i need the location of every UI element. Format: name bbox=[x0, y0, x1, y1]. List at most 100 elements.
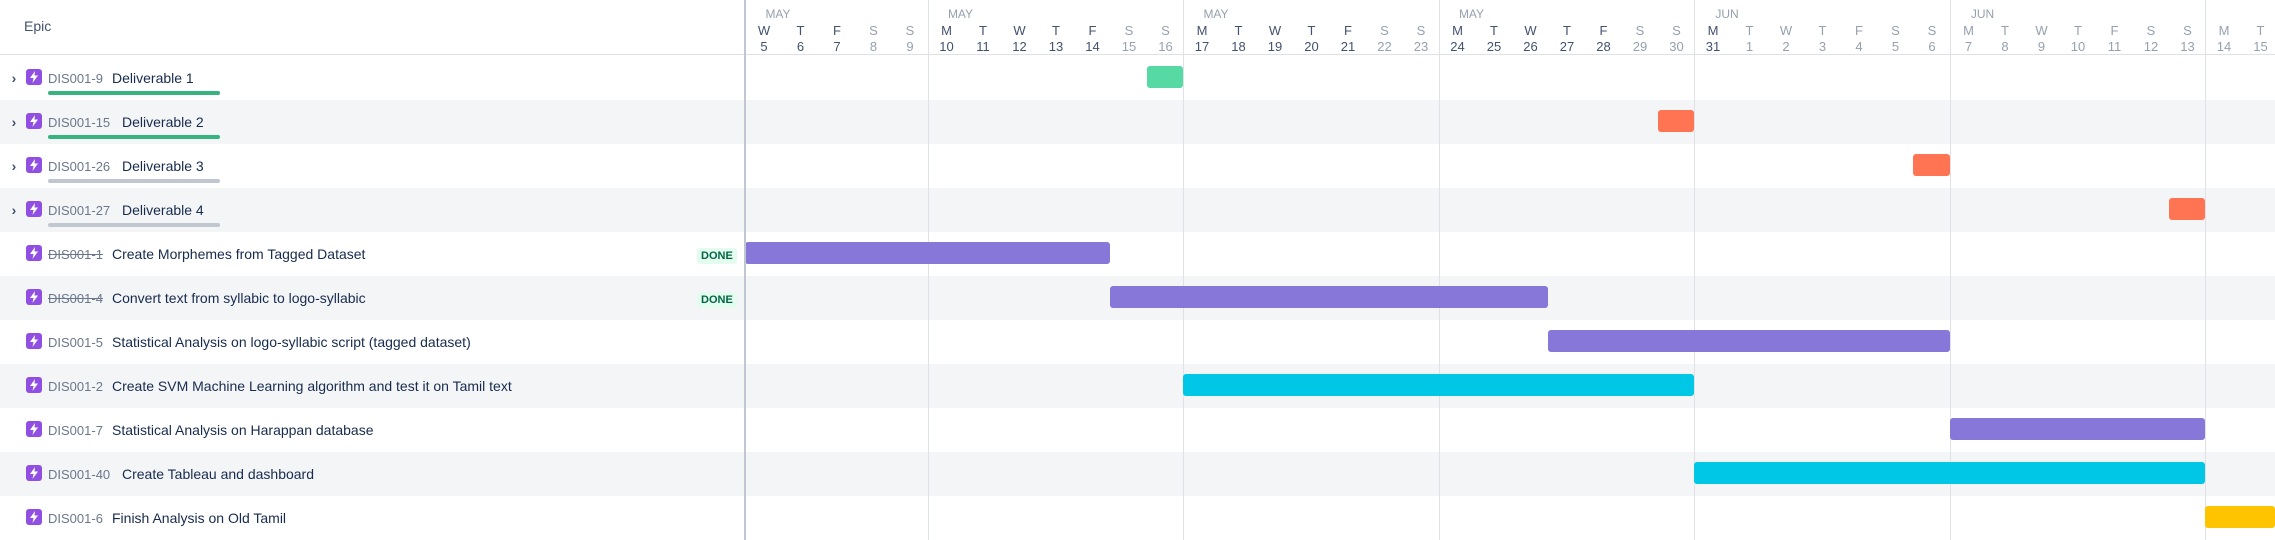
chevron-right-icon[interactable]: › bbox=[8, 201, 20, 219]
timeline-day-number: 7 bbox=[1964, 39, 1973, 54]
timeline-day-number: 25 bbox=[1486, 39, 1502, 54]
issue-summary[interactable]: Statistical Analysis on logo-syllabic sc… bbox=[112, 334, 471, 350]
issue-summary[interactable]: Convert text from syllabic to logo-sylla… bbox=[112, 290, 366, 306]
epic-row[interactable]: DIS001-40 Create Tableau and dashboard bbox=[0, 452, 744, 496]
epic-row[interactable]: DIS001-2 Create SVM Machine Learning algo… bbox=[0, 364, 744, 408]
timeline-day-number: 14 bbox=[2216, 39, 2232, 54]
timeline-day-number: 18 bbox=[1231, 39, 1246, 54]
timeline-bar[interactable] bbox=[2205, 506, 2275, 528]
week-gridline bbox=[1183, 0, 1184, 540]
epic-row[interactable]: DIS001-6 Finish Analysis on Old Tamil bbox=[0, 496, 744, 540]
epic-lightning-icon bbox=[26, 465, 42, 481]
epic-row[interactable]: DIS001-4 Convert text from syllabic to lo… bbox=[0, 276, 744, 320]
timeline-day-number: 28 bbox=[1596, 39, 1611, 54]
week-gridline bbox=[2205, 0, 2206, 540]
timeline-month-label: MAY bbox=[947, 7, 974, 21]
timeline-bar[interactable] bbox=[1949, 418, 2205, 440]
timeline-day-number: 13 bbox=[1048, 39, 1064, 54]
timeline-day-letter: S bbox=[2183, 23, 2192, 38]
panel-resize-handle[interactable] bbox=[744, 0, 746, 540]
timeline-day-letter: T bbox=[1563, 23, 1571, 38]
timeline-day-number: 29 bbox=[1632, 39, 1648, 54]
issue-summary[interactable]: Create SVM Machine Learning algorithm an… bbox=[112, 378, 512, 394]
timeline-day-number: 6 bbox=[796, 39, 805, 54]
timeline-day-number: 9 bbox=[2037, 39, 2046, 54]
timeline-day-letter: S bbox=[1124, 23, 1134, 38]
timeline-month-label: MAY bbox=[1203, 7, 1229, 21]
issue-summary[interactable]: Deliverable 3 bbox=[122, 158, 204, 174]
timeline-day-letter: S bbox=[869, 23, 878, 38]
issue-key[interactable]: DIS001-6 bbox=[48, 511, 103, 526]
timeline-day-letter: M bbox=[1707, 23, 1719, 38]
timeline-day-letter: S bbox=[1672, 23, 1681, 38]
timeline-day-letter: S bbox=[1161, 23, 1170, 38]
timeline-day-number: 21 bbox=[1340, 39, 1356, 54]
timeline-day-number: 7 bbox=[833, 39, 841, 54]
timeline-day-letter: T bbox=[2256, 23, 2265, 38]
issue-summary[interactable]: Finish Analysis on Old Tamil bbox=[112, 510, 286, 526]
epic-lightning-icon bbox=[26, 113, 42, 129]
issue-key[interactable]: DIS001-4 bbox=[48, 291, 103, 306]
issue-key[interactable]: DIS001-2 bbox=[48, 379, 103, 394]
issue-summary[interactable]: Deliverable 4 bbox=[122, 202, 204, 218]
timeline-day-number: 8 bbox=[869, 39, 878, 54]
epic-lightning-icon bbox=[26, 377, 42, 393]
issue-key[interactable]: DIS001-15 bbox=[48, 115, 110, 130]
timeline-day-letter: M bbox=[2218, 23, 2230, 38]
issue-key[interactable]: DIS001-1 bbox=[48, 247, 103, 262]
timeline-day-number: 13 bbox=[2180, 39, 2195, 54]
epic-row[interactable]: DIS001-5 Statistical Analysis on logo-syl… bbox=[0, 320, 744, 364]
timeline-day-number: 23 bbox=[1413, 39, 1429, 54]
timeline-bar[interactable] bbox=[1183, 374, 1694, 396]
epic-row[interactable]: › DIS001-15 Deliverable 2 bbox=[0, 100, 744, 144]
timeline-day-number: 31 bbox=[1705, 39, 1721, 54]
issue-key[interactable]: DIS001-5 bbox=[48, 335, 103, 350]
timeline-day-number: 5 bbox=[1891, 39, 1900, 54]
timeline-day-letter: S bbox=[1891, 23, 1900, 38]
chevron-right-icon[interactable]: › bbox=[8, 157, 20, 175]
timeline-day-number: 30 bbox=[1669, 39, 1684, 54]
timeline-month-label: MAY bbox=[765, 7, 791, 21]
issue-summary[interactable]: Deliverable 2 bbox=[122, 114, 204, 130]
timeline-day-number: 11 bbox=[976, 39, 990, 54]
issue-summary[interactable]: Statistical Analysis on Harappan databas… bbox=[112, 422, 374, 438]
timeline-day-number: 1 bbox=[1745, 39, 1754, 54]
timeline-bar[interactable] bbox=[1913, 154, 1950, 176]
timeline-day-letter: T bbox=[1818, 23, 1827, 38]
timeline-bar[interactable] bbox=[1694, 462, 2205, 484]
epic-column-label: Epic bbox=[24, 18, 52, 34]
chevron-right-icon[interactable]: › bbox=[8, 113, 20, 131]
timeline-day-letter: T bbox=[1490, 23, 1498, 38]
timeline-day-number: 10 bbox=[939, 39, 954, 54]
timeline-bar[interactable] bbox=[1657, 110, 1694, 132]
issue-summary[interactable]: Create Tableau and dashboard bbox=[122, 466, 314, 482]
timeline-day-number: 17 bbox=[1194, 39, 1210, 54]
timeline-bar[interactable] bbox=[745, 242, 1110, 264]
issue-key[interactable]: DIS001-27 bbox=[48, 203, 110, 218]
issue-key[interactable]: DIS001-26 bbox=[48, 159, 110, 174]
epic-progress-bar bbox=[48, 91, 220, 95]
timeline-bar[interactable] bbox=[2168, 198, 2205, 220]
epic-lightning-icon bbox=[26, 421, 42, 437]
timeline-day-letter: M bbox=[1196, 23, 1208, 38]
timeline-bar[interactable] bbox=[1146, 66, 1183, 88]
timeline-day-number: 5 bbox=[760, 39, 768, 54]
issue-key[interactable]: DIS001-9 bbox=[48, 71, 103, 86]
status-badge: DONE bbox=[697, 248, 737, 264]
epic-row[interactable]: › DIS001-27 Deliverable 4 bbox=[0, 188, 744, 232]
epic-row[interactable]: DIS001-7 Statistical Analysis on Harappan… bbox=[0, 408, 744, 452]
issue-summary[interactable]: Deliverable 1 bbox=[112, 70, 194, 86]
timeline-day-letter: T bbox=[1234, 23, 1243, 38]
issue-key[interactable]: DIS001-40 bbox=[48, 467, 110, 482]
timeline-day-number: 26 bbox=[1523, 39, 1538, 54]
timeline-bar[interactable] bbox=[1548, 330, 1950, 352]
epic-row[interactable]: › DIS001-26 Deliverable 3 bbox=[0, 144, 744, 188]
timeline-day-letter: W bbox=[2035, 23, 2048, 38]
timeline-bar[interactable] bbox=[1110, 286, 1548, 308]
epic-row[interactable]: DIS001-1 Create Morphemes from Tagged Dat… bbox=[0, 232, 744, 276]
epic-row[interactable]: › DIS001-9 Deliverable 1 bbox=[0, 56, 744, 100]
issue-key[interactable]: DIS001-7 bbox=[48, 423, 103, 438]
issue-summary[interactable]: Create Morphemes from Tagged Dataset bbox=[112, 246, 365, 262]
epic-progress-bar bbox=[48, 179, 220, 183]
chevron-right-icon[interactable]: › bbox=[8, 69, 20, 87]
